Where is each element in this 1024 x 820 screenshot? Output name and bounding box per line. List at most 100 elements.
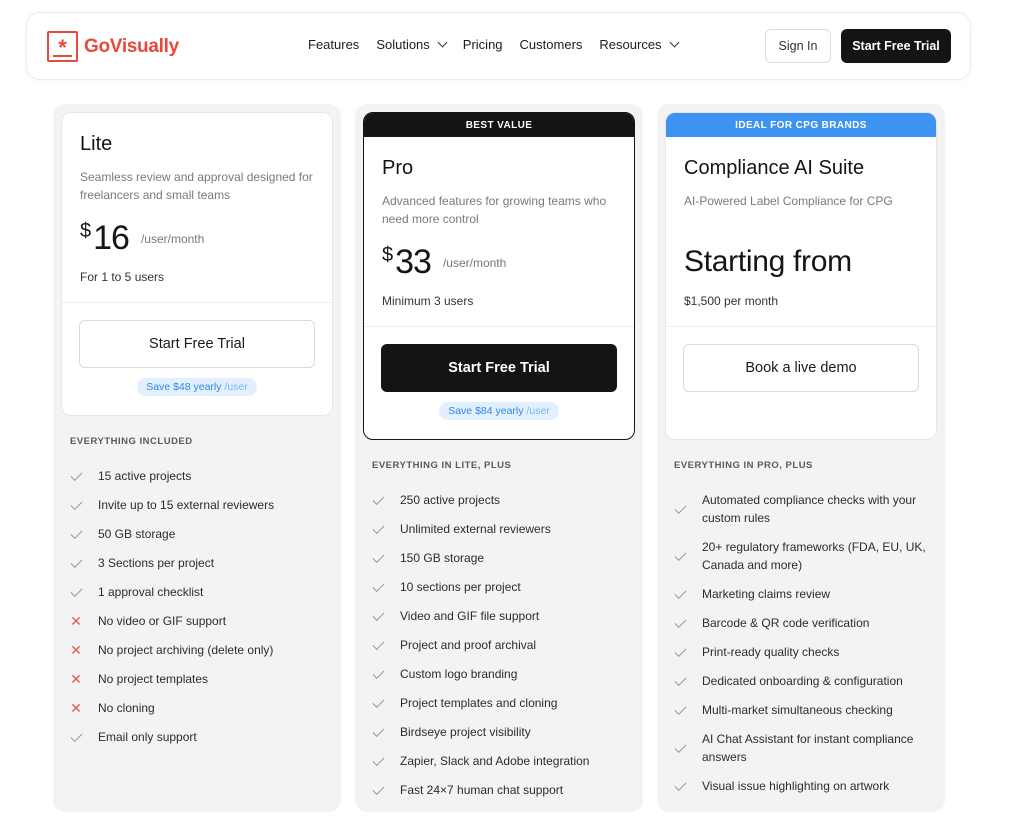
nav-features[interactable]: Features bbox=[308, 37, 359, 52]
feature-text: AI Chat Assistant for instant compliance… bbox=[702, 732, 914, 764]
plan-name: Lite bbox=[80, 133, 113, 155]
save-badge: Save $48 yearly /user bbox=[137, 378, 257, 396]
feature-text: No video or GIF support bbox=[98, 614, 227, 628]
feature-text: Email only support bbox=[98, 730, 197, 744]
check-icon bbox=[673, 740, 687, 753]
feature-text: Project templates and cloning bbox=[400, 696, 558, 710]
feature-text: No cloning bbox=[98, 701, 155, 715]
check-icon bbox=[673, 778, 687, 791]
feature-item: Fast 24×7 human chat support bbox=[371, 781, 627, 799]
save-amount: Save $48 yearly bbox=[146, 381, 222, 393]
feature-list: 250 active projects Unlimited external re… bbox=[371, 491, 627, 810]
nav-start-trial-button[interactable]: Start Free Trial bbox=[841, 29, 951, 63]
pro-start-trial-button[interactable]: Start Free Trial bbox=[381, 344, 617, 392]
feature-item: Marketing claims review bbox=[673, 585, 929, 603]
nav-solutions[interactable]: Solutions bbox=[376, 37, 448, 52]
feature-text: 150 GB storage bbox=[400, 551, 485, 565]
top-navbar: * GoVisually Features Solutions Pricing … bbox=[26, 12, 971, 80]
save-unit: /user bbox=[221, 381, 248, 393]
check-icon bbox=[371, 550, 385, 563]
check-icon bbox=[69, 526, 83, 539]
plan-lite: Lite Seamless review and approval design… bbox=[53, 104, 341, 812]
price-currency: $ bbox=[80, 220, 92, 242]
price-note: Minimum 3 users bbox=[382, 294, 474, 308]
check-icon bbox=[371, 782, 385, 795]
check-icon bbox=[371, 724, 385, 737]
feature-text: 10 sections per project bbox=[400, 580, 521, 594]
feature-text: Video and GIF file support bbox=[400, 609, 540, 623]
check-icon bbox=[371, 608, 385, 621]
chevron-down-icon bbox=[437, 37, 448, 48]
price: $ 33 /user/month bbox=[382, 242, 616, 282]
book-demo-button[interactable]: Book a live demo bbox=[683, 344, 919, 392]
plan-description: Advanced features for growing teams who … bbox=[382, 194, 607, 226]
logo[interactable]: * GoVisually bbox=[47, 31, 179, 62]
feature-item: Invite up to 15 external reviewers bbox=[69, 496, 325, 514]
feature-text: Visual issue highlighting on artwork bbox=[702, 779, 890, 793]
feature-item: Barcode & QR code verification bbox=[673, 614, 929, 632]
feature-text: Zapier, Slack and Adobe integration bbox=[400, 754, 590, 768]
feature-list: 15 active projects Invite up to 15 extern… bbox=[69, 467, 325, 757]
sign-in-button[interactable]: Sign In bbox=[765, 29, 831, 63]
nav-resources[interactable]: Resources bbox=[599, 37, 679, 52]
plan-compliance: IDEAL FOR CPG BRANDS Compliance AI Suite… bbox=[657, 104, 945, 812]
divider bbox=[666, 326, 936, 327]
save-badge: Save $84 yearly /user bbox=[439, 402, 559, 420]
price-value: 33 bbox=[395, 243, 432, 281]
plan-description: AI-Powered Label Compliance for CPG bbox=[684, 194, 893, 208]
feature-text: Project and proof archival bbox=[400, 638, 537, 652]
cross-icon: ✕ bbox=[70, 613, 82, 629]
cross-icon: ✕ bbox=[70, 642, 82, 658]
feature-item: Visual issue highlighting on artwork bbox=[673, 777, 929, 795]
feature-text: Automated compliance checks with your cu… bbox=[702, 493, 917, 525]
feature-text: 50 GB storage bbox=[98, 527, 176, 541]
feature-item: Video and GIF file support bbox=[371, 607, 627, 625]
nav-pricing[interactable]: Pricing bbox=[463, 37, 503, 52]
check-icon bbox=[371, 666, 385, 679]
check-icon bbox=[69, 497, 83, 510]
feature-text: Custom logo branding bbox=[400, 667, 518, 681]
feature-item: ✕ No project archiving (delete only) bbox=[70, 641, 325, 659]
feature-item: ✕ No cloning bbox=[70, 699, 325, 717]
lite-start-trial-button[interactable]: Start Free Trial bbox=[79, 320, 315, 368]
feature-item: 10 sections per project bbox=[371, 578, 627, 596]
divider bbox=[364, 326, 634, 327]
feature-item: Print-ready quality checks bbox=[673, 643, 929, 661]
plan-compliance-card: IDEAL FOR CPG BRANDS Compliance AI Suite… bbox=[665, 112, 937, 440]
feature-text: Fast 24×7 human chat support bbox=[400, 783, 564, 797]
check-icon bbox=[673, 501, 687, 514]
check-icon bbox=[673, 673, 687, 686]
best-value-banner: BEST VALUE bbox=[364, 113, 634, 137]
check-icon bbox=[371, 492, 385, 505]
check-icon bbox=[673, 586, 687, 599]
nav-resources-label: Resources bbox=[599, 37, 662, 52]
feature-item: Dedicated onboarding & configuration bbox=[673, 672, 929, 690]
feature-item: Multi-market simultaneous checking bbox=[673, 701, 929, 719]
plan-lite-card: Lite Seamless review and approval design… bbox=[61, 112, 333, 416]
check-icon bbox=[69, 584, 83, 597]
features-heading: EVERYTHING IN PRO, PLUS bbox=[674, 460, 813, 471]
price-period: /user/month bbox=[140, 232, 205, 246]
nav-customers[interactable]: Customers bbox=[520, 37, 583, 52]
feature-item: 50 GB storage bbox=[69, 525, 325, 543]
save-amount: Save $84 yearly bbox=[448, 405, 524, 417]
check-icon bbox=[371, 521, 385, 534]
feature-text: Print-ready quality checks bbox=[702, 645, 840, 659]
check-icon bbox=[69, 468, 83, 481]
feature-item: 3 Sections per project bbox=[69, 554, 325, 572]
nav-pricing-label: Pricing bbox=[462, 37, 503, 52]
feature-text: Dedicated onboarding & configuration bbox=[702, 674, 903, 688]
check-icon bbox=[673, 615, 687, 628]
feature-item: 250 active projects bbox=[371, 491, 627, 509]
nav-solutions-label: Solutions bbox=[376, 37, 430, 52]
check-icon bbox=[673, 644, 687, 657]
feature-text: 1 approval checklist bbox=[98, 585, 204, 599]
feature-list: Automated compliance checks with your cu… bbox=[673, 491, 929, 806]
nav-links: Features Solutions Pricing Customers Res… bbox=[308, 37, 679, 52]
plan-name: Pro bbox=[382, 157, 414, 179]
feature-item: 15 active projects bbox=[69, 467, 325, 485]
price: $ 16 /user/month bbox=[80, 218, 314, 258]
feature-item: 1 approval checklist bbox=[69, 583, 325, 601]
price-currency: $ bbox=[382, 244, 394, 266]
feature-item: Unlimited external reviewers bbox=[371, 520, 627, 538]
